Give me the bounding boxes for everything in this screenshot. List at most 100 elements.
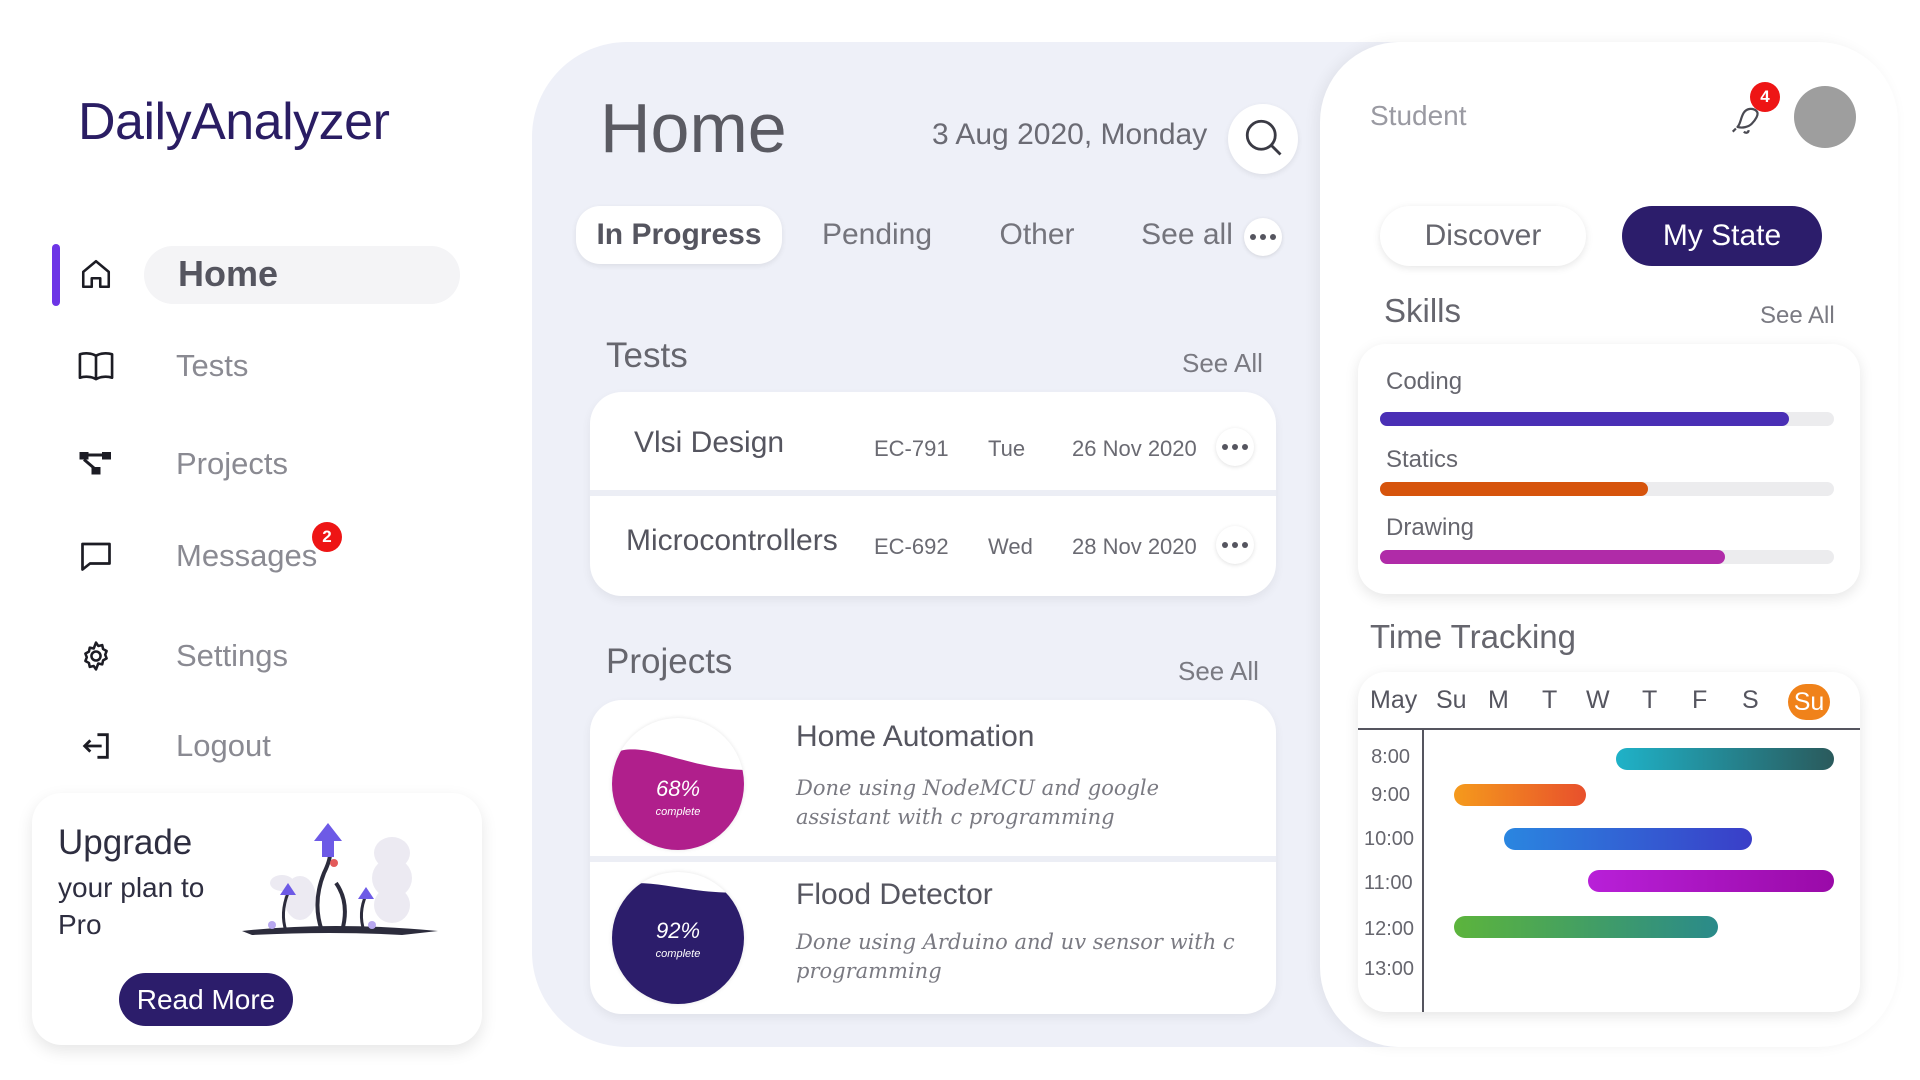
test-name: Vlsi Design <box>634 426 785 459</box>
skill-label: Coding <box>1386 368 1463 395</box>
skill-bar-fill <box>1380 482 1648 496</box>
sidebar-item-messages[interactable]: Messages 2 <box>52 522 412 586</box>
tests-card: Vlsi Design EC-791 Tue 26 Nov 2020 Micro… <box>590 392 1276 596</box>
book-icon <box>76 346 116 386</box>
time-block[interactable] <box>1504 828 1752 850</box>
test-code: EC-791 <box>874 436 949 461</box>
time-block[interactable] <box>1454 784 1586 806</box>
time-label: 8:00 <box>1371 746 1410 768</box>
sidebar-item-label: Logout <box>176 728 271 763</box>
my-state-button[interactable]: My State <box>1622 206 1822 266</box>
calendar-day[interactable]: W <box>1586 686 1610 715</box>
gear-icon <box>76 636 116 676</box>
time-block[interactable] <box>1616 748 1834 770</box>
time-label: 10:00 <box>1364 828 1415 850</box>
search-icon <box>1242 116 1284 163</box>
sidebar-item-logout[interactable]: Logout <box>52 716 412 776</box>
skill-track <box>1380 482 1834 496</box>
sidebar-item-tests[interactable]: Tests <box>52 336 412 396</box>
test-name: Microcontrollers <box>626 524 838 557</box>
time-block[interactable] <box>1588 870 1834 892</box>
row-divider <box>590 856 1276 862</box>
tabs-more-button[interactable] <box>1244 218 1282 256</box>
project-name: Home Automation <box>796 720 1035 753</box>
progress-status: complete <box>655 948 701 960</box>
avatar[interactable] <box>1794 86 1856 148</box>
projects-section-title: Projects <box>606 642 733 681</box>
test-code: EC-692 <box>874 534 949 559</box>
sidebar-item-label: Messages <box>176 538 318 573</box>
sidebar-item-label: Settings <box>176 638 289 673</box>
calendar-month: May <box>1370 686 1418 714</box>
project-description: Done using NodeMCU and google assistant … <box>796 776 1160 829</box>
bell-icon <box>1728 107 1766 142</box>
current-date: 3 Aug 2020, Monday <box>932 118 1208 151</box>
calendar-day[interactable]: T <box>1542 686 1557 715</box>
skill-label: Statics <box>1386 446 1459 473</box>
calendar-day[interactable]: F <box>1692 686 1707 715</box>
projects-card: 68% complete Home Automation Done using … <box>590 700 1276 1014</box>
row-divider <box>590 490 1276 496</box>
sidebar-item-home[interactable]: Home <box>52 244 460 306</box>
tab-pending[interactable]: Pending <box>812 206 942 264</box>
row-more-button[interactable] <box>1216 428 1254 466</box>
tab-in-progress[interactable]: In Progress <box>576 206 782 264</box>
notifications-button[interactable]: 4 <box>1728 82 1780 143</box>
time-label: 11:00 <box>1364 872 1413 894</box>
calendar-header-divider <box>1358 728 1860 730</box>
project-name: Flood Detector <box>796 878 993 911</box>
row-more-button[interactable] <box>1216 526 1254 564</box>
test-date: 28 Nov 2020 <box>1072 534 1197 559</box>
home-icon <box>76 254 116 294</box>
skill-bar-fill <box>1380 412 1789 426</box>
tab-see-all[interactable]: See all <box>1122 206 1252 264</box>
progress-percent: 92% <box>655 918 701 943</box>
test-day: Tue <box>988 436 1026 461</box>
read-more-button[interactable]: Read More <box>119 973 293 1026</box>
progress-circle: 92% complete <box>612 872 744 1004</box>
messages-badge: 2 <box>312 522 342 552</box>
skills-see-all-link[interactable]: See All <box>1760 302 1835 330</box>
sidebar-item-label: Home <box>178 253 279 294</box>
network-icon <box>76 444 116 484</box>
tests-see-all-link[interactable]: See All <box>1182 348 1263 379</box>
projects-see-all-link[interactable]: See All <box>1178 656 1259 687</box>
discover-button[interactable]: Discover <box>1380 206 1586 266</box>
sidebar-item-label: Tests <box>176 348 249 383</box>
skills-section-title: Skills <box>1384 292 1462 329</box>
time-label: 13:00 <box>1364 958 1415 980</box>
test-day: Wed <box>988 534 1033 559</box>
active-indicator <box>52 244 60 306</box>
calendar-day[interactable]: T <box>1642 686 1657 715</box>
user-role: Student <box>1370 100 1467 131</box>
upgrade-title: Upgrade <box>58 823 193 862</box>
time-block[interactable] <box>1454 916 1718 938</box>
logout-icon <box>76 726 116 766</box>
sidebar-item-settings[interactable]: Settings <box>52 626 412 686</box>
page-title: Home <box>600 89 787 167</box>
progress-percent: 68% <box>655 776 701 801</box>
message-icon <box>76 536 116 576</box>
upgrade-card: Upgrade your plan to Pro Read More <box>32 793 482 1045</box>
time-label: 12:00 <box>1364 918 1415 940</box>
calendar-day[interactable]: M <box>1488 686 1509 715</box>
sidebar-item-label: Projects <box>176 446 288 481</box>
tests-section-title: Tests <box>606 336 688 375</box>
time-tracking-title: Time Tracking <box>1370 618 1576 655</box>
calendar-day-selected[interactable]: Su <box>1788 684 1830 720</box>
project-description: Done using Arduino and uv sensor with c … <box>796 930 1235 983</box>
calendar-day[interactable]: S <box>1742 686 1759 715</box>
upgrade-illustration <box>242 823 438 935</box>
time-label: 9:00 <box>1371 784 1410 806</box>
calendar-day[interactable]: Su <box>1436 686 1467 715</box>
progress-circle: 68% complete <box>612 718 744 850</box>
search-button[interactable] <box>1228 104 1298 174</box>
upgrade-text: your plan to Pro <box>58 872 205 940</box>
sidebar-item-projects[interactable]: Projects <box>52 434 412 494</box>
skill-track <box>1380 412 1834 426</box>
tab-other[interactable]: Other <box>982 206 1092 264</box>
progress-status: complete <box>655 806 701 818</box>
calendar-time-axis <box>1422 730 1424 1012</box>
test-date: 26 Nov 2020 <box>1072 436 1197 461</box>
time-tracking-card: May Su M T W T F S Su 8:00 9:00 10:00 11… <box>1358 672 1860 1012</box>
